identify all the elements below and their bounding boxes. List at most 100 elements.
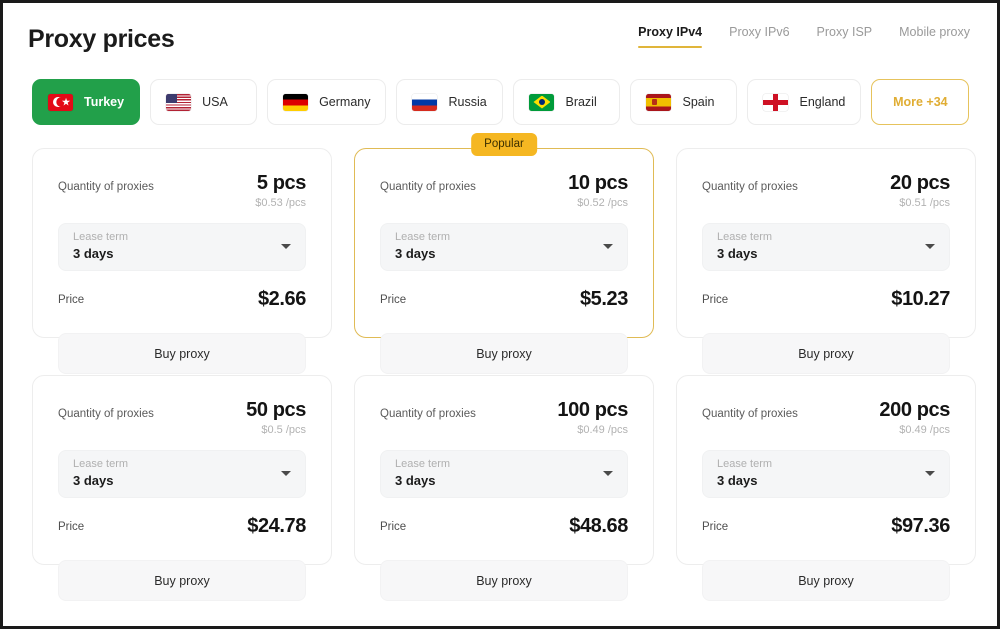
buy-proxy-button[interactable]: Buy proxy — [58, 560, 306, 601]
lease-term-value: 3 days — [73, 473, 114, 488]
lease-term-value: 3 days — [717, 246, 758, 261]
lease-term-select[interactable]: Lease term 3 days — [702, 223, 950, 271]
unit-price: $0.52 /pcs — [577, 197, 628, 209]
tab-mobile-proxy[interactable]: Mobile proxy — [899, 25, 970, 48]
pricing-card: Popular Quantity of proxies 10 pcs $0.52 /p… — [354, 133, 654, 374]
quantity-value: 100 pcs — [557, 399, 628, 421]
country-chip-usa[interactable]: USA — [150, 79, 258, 125]
price-value: $10.27 — [891, 288, 950, 310]
quantity-label: Quantity of proxies — [380, 181, 476, 193]
unit-price: $0.51 /pcs — [899, 197, 950, 209]
country-chip-germany[interactable]: Germany — [267, 79, 387, 125]
popular-badge: Popular — [471, 133, 537, 156]
price-label: Price — [58, 293, 85, 306]
quantity-values: 5 pcs $0.53 /pcs — [255, 172, 306, 209]
quantity-value: 5 pcs — [256, 172, 307, 194]
lease-term-value: 3 days — [717, 473, 758, 488]
quantity-row: Quantity of proxies 50 pcs $0.5 /pcs — [58, 399, 306, 436]
buy-proxy-button[interactable]: Buy proxy — [380, 560, 628, 601]
quantity-values: 50 pcs $0.5 /pcs — [246, 399, 306, 436]
lease-term-label: Lease term — [73, 231, 129, 243]
price-value: $97.36 — [891, 515, 950, 537]
lease-term-select[interactable]: Lease term 3 days — [702, 450, 950, 498]
turkey-flag-icon — [48, 93, 73, 111]
lease-term-value: 3 days — [395, 246, 436, 261]
chevron-down-icon — [925, 471, 935, 476]
unit-price: $0.53 /pcs — [255, 197, 306, 209]
pricing-card: Quantity of proxies 50 pcs $0.5 /pcs Lease … — [32, 375, 332, 601]
page-title: Proxy prices — [28, 25, 175, 53]
pricing-card: Quantity of proxies 200 pcs $0.49 /pcs Leas… — [676, 375, 976, 601]
country-chip-label: More +34 — [893, 95, 948, 109]
chevron-down-icon — [281, 244, 291, 249]
lease-term-select[interactable]: Lease term 3 days — [380, 450, 628, 498]
page-frame: Proxy prices Proxy IPv4 Proxy IPv6 Proxy I… — [3, 3, 997, 626]
lease-term-label: Lease term — [717, 458, 773, 470]
quantity-row: Quantity of proxies 200 pcs $0.49 /pcs — [702, 399, 950, 436]
quantity-values: 10 pcs $0.52 /pcs — [568, 172, 628, 209]
germany-flag-icon — [283, 93, 309, 111]
usa-flag-icon — [166, 93, 192, 111]
country-chip-spain[interactable]: Spain — [630, 79, 738, 125]
pricing-card-row: Quantity of proxies 5 pcs $0.53 /pcs Lease … — [32, 133, 976, 374]
country-chip-label: England — [799, 95, 846, 109]
quantity-values: 100 pcs $0.49 /pcs — [557, 399, 628, 436]
lease-term-label: Lease term — [73, 458, 129, 470]
pricing-cards-grid: Quantity of proxies 5 pcs $0.53 /pcs Lease … — [32, 133, 976, 601]
price-row: Price $2.66 — [58, 288, 306, 311]
lease-term-label: Lease term — [395, 231, 451, 243]
pricing-card-row: Quantity of proxies 50 pcs $0.5 /pcs Lease … — [32, 375, 976, 601]
price-label: Price — [702, 520, 729, 533]
quantity-row: Quantity of proxies 20 pcs $0.51 /pcs — [702, 172, 950, 209]
tab-proxy-ipv6[interactable]: Proxy IPv6 — [729, 25, 789, 48]
price-value: $48.68 — [569, 515, 628, 537]
country-filter-row: Turkey USA Germany Russia Brazil Spain England… — [32, 79, 970, 125]
country-chip-more[interactable]: More +34 — [871, 79, 970, 125]
price-label: Price — [380, 293, 407, 306]
unit-price: $0.49 /pcs — [577, 424, 628, 436]
spain-flag-icon — [646, 93, 672, 111]
page-header: Proxy prices Proxy IPv4 Proxy IPv6 Proxy I… — [3, 3, 997, 65]
buy-proxy-button[interactable]: Buy proxy — [702, 333, 950, 374]
lease-term-label: Lease term — [717, 231, 773, 243]
country-chip-label: Germany — [319, 95, 371, 109]
lease-term-value: 3 days — [73, 246, 114, 261]
russia-flag-icon — [412, 93, 438, 111]
buy-proxy-button[interactable]: Buy proxy — [58, 333, 306, 374]
quantity-row: Quantity of proxies 100 pcs $0.49 /pcs — [380, 399, 628, 436]
tab-proxy-ipv4[interactable]: Proxy IPv4 — [638, 25, 702, 48]
lease-term-label: Lease term — [395, 458, 451, 470]
lease-term-select[interactable]: Lease term 3 days — [58, 450, 306, 498]
lease-term-value: 3 days — [395, 473, 436, 488]
buy-proxy-button[interactable]: Buy proxy — [702, 560, 950, 601]
chevron-down-icon — [603, 471, 613, 476]
buy-proxy-button[interactable]: Buy proxy — [380, 333, 628, 374]
pricing-card: Quantity of proxies 20 pcs $0.51 /pcs Lease… — [676, 148, 976, 374]
country-chip-brazil[interactable]: Brazil — [513, 79, 621, 125]
quantity-value: 20 pcs — [890, 172, 950, 194]
quantity-value: 10 pcs — [568, 172, 628, 194]
lease-term-select[interactable]: Lease term 3 days — [58, 223, 306, 271]
price-value: $2.66 — [257, 288, 306, 310]
price-row: Price $97.36 — [702, 515, 950, 538]
price-value: $5.23 — [579, 288, 628, 310]
country-chip-label: Turkey — [84, 95, 125, 109]
price-label: Price — [702, 293, 729, 306]
price-row: Price $5.23 — [380, 288, 628, 311]
price-row: Price $10.27 — [702, 288, 950, 311]
price-row: Price $48.68 — [380, 515, 628, 538]
country-chip-russia[interactable]: Russia — [396, 79, 504, 125]
chevron-down-icon — [925, 244, 935, 249]
country-chip-england[interactable]: England — [747, 79, 862, 125]
pricing-card: Quantity of proxies 100 pcs $0.49 /pcs Leas… — [354, 375, 654, 601]
tab-proxy-isp[interactable]: Proxy ISP — [817, 25, 873, 48]
quantity-label: Quantity of proxies — [702, 408, 798, 420]
unit-price: $0.5 /pcs — [261, 424, 306, 436]
quantity-value: 200 pcs — [879, 399, 950, 421]
quantity-label: Quantity of proxies — [58, 408, 154, 420]
brazil-flag-icon — [529, 93, 555, 111]
price-row: Price $24.78 — [58, 515, 306, 538]
price-value: $24.78 — [247, 515, 306, 537]
lease-term-select[interactable]: Lease term 3 days — [380, 223, 628, 271]
country-chip-turkey[interactable]: Turkey — [32, 79, 141, 125]
